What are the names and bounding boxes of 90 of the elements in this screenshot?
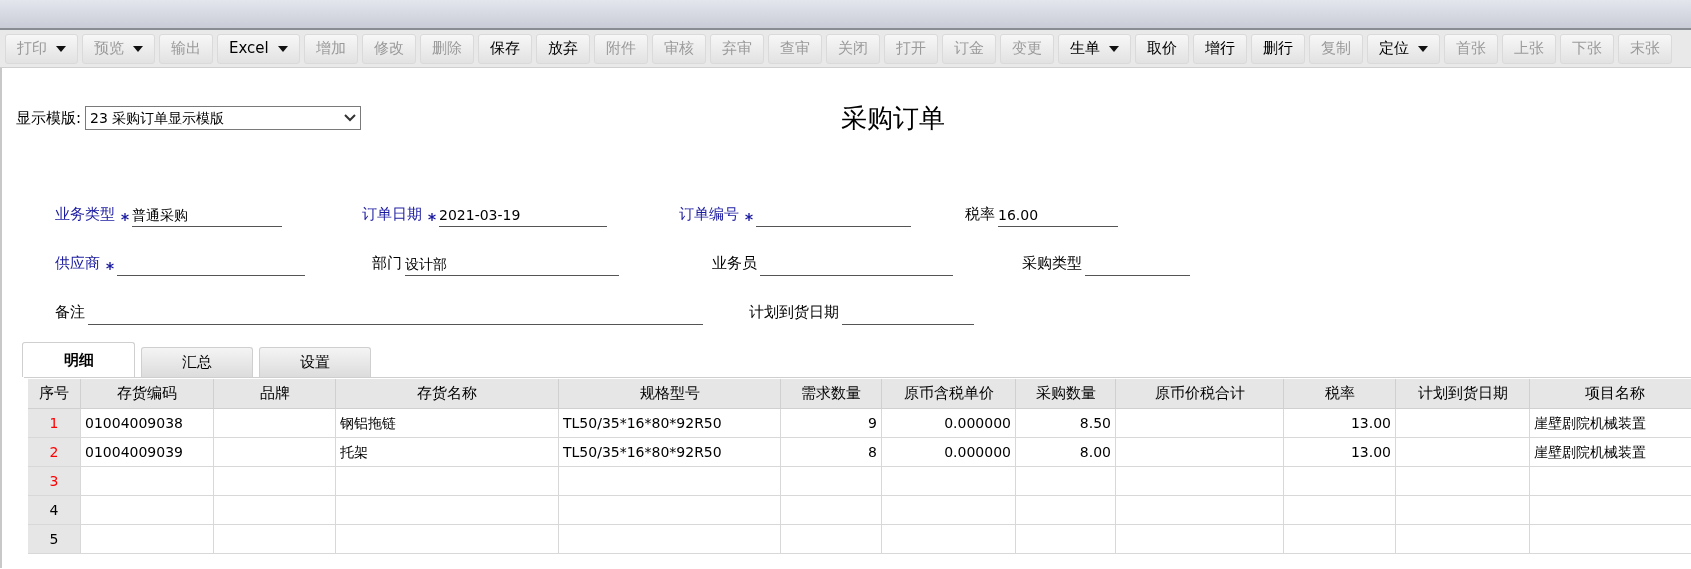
caret-icon (56, 45, 66, 52)
caret-icon (133, 45, 143, 52)
table-cell: 01004009039 (81, 438, 214, 466)
toolbar-button[interactable]: 取价 (1134, 33, 1189, 64)
column-header: 原币含税单价 (882, 379, 1016, 408)
table-cell: 0.000000 (882, 438, 1016, 466)
toolbar-button[interactable]: 预览 (82, 33, 155, 64)
field-label: 部门 (372, 252, 402, 274)
toolbar-button[interactable]: 上张 (1501, 33, 1556, 64)
column-header: 采购数量 (1016, 379, 1116, 408)
required-icon (745, 213, 753, 221)
chevron-down-icon (344, 114, 357, 122)
field-label: 税率 (965, 203, 995, 225)
input-field[interactable]: 设计部 (405, 254, 619, 276)
template-select[interactable]: 23 采购订单显示模版 (85, 106, 362, 130)
tab[interactable]: 汇总 (141, 347, 253, 377)
toolbar-button[interactable]: 末张 (1617, 33, 1672, 64)
column-header: 原币价税合计 (1116, 379, 1284, 408)
toolbar-button[interactable]: 首张 (1443, 33, 1498, 64)
toolbar-button[interactable]: 订金 (941, 33, 996, 64)
column-header: 税率 (1284, 379, 1396, 408)
toolbar-button[interactable]: 关闭 (825, 33, 880, 64)
field-label: 备注 (55, 301, 85, 323)
field-label: 业务员 (712, 252, 757, 274)
table-cell: 8.00 (1016, 438, 1116, 466)
column-header: 计划到货日期 (1396, 379, 1530, 408)
table-cell: 01004009038 (81, 409, 214, 437)
required-icon (121, 213, 129, 221)
toolbar-button[interactable]: 保存 (477, 33, 532, 64)
required-icon (106, 262, 114, 270)
table-cell: 9 (781, 409, 882, 437)
toolbar-button[interactable]: 删除 (419, 33, 474, 64)
table-cell: 钢铝拖链 (336, 409, 559, 437)
table-cell: 13.00 (1284, 438, 1396, 466)
toolbar-button[interactable]: 复制 (1308, 33, 1363, 64)
field-label: 订单编号 (679, 203, 739, 225)
column-header: 规格型号 (559, 379, 781, 408)
caret-icon (277, 45, 288, 52)
field-label: 业务类型 (55, 203, 115, 225)
row-number: 5 (28, 525, 81, 553)
toolbar-button[interactable]: 生单 (1057, 33, 1131, 64)
toolbar-button[interactable]: 增行 (1192, 33, 1247, 64)
column-header: 需求数量 (781, 379, 882, 408)
row-number: 4 (28, 496, 81, 524)
tab[interactable]: 明细 (22, 342, 135, 377)
row-number: 3 (28, 467, 81, 495)
toolbar-button[interactable]: 输出 (159, 33, 213, 64)
field-label: 计划到货日期 (749, 301, 839, 323)
toolbar-button[interactable]: 修改 (361, 33, 416, 64)
table-cell: 13.00 (1284, 409, 1396, 437)
toolbar-button[interactable]: 下张 (1559, 33, 1614, 64)
input-field[interactable]: 2021-03-19 (439, 205, 607, 227)
column-header: 存货名称 (336, 379, 559, 408)
column-header: 项目名称 (1530, 379, 1691, 408)
table-cell: 0.000000 (882, 409, 1016, 437)
table-cell: TL50/35*16*80*92R50 (559, 438, 781, 466)
toolbar-button[interactable]: 放弃 (535, 33, 590, 64)
toolbar-button[interactable]: 定位 (1366, 33, 1440, 64)
column-header: 品牌 (214, 379, 336, 408)
table-cell: 托架 (336, 438, 559, 466)
toolbar-button[interactable]: 打开 (883, 33, 938, 64)
toolbar-button[interactable]: 弃审 (709, 33, 764, 64)
table-cell: 崖壁剧院机械装置 (1530, 438, 1691, 466)
input-field[interactable]: 普通采购 (132, 205, 282, 227)
caret-icon (1417, 45, 1428, 52)
table-cell: 8.50 (1016, 409, 1116, 437)
input-field[interactable]: 16.00 (998, 205, 1118, 227)
toolbar-button[interactable]: 附件 (593, 33, 648, 64)
table-cell: 崖壁剧院机械装置 (1530, 409, 1691, 437)
toolbar-button[interactable]: 打印 (5, 33, 78, 64)
caret-icon (1108, 45, 1119, 52)
page-title: 采购订单 (841, 101, 946, 135)
field-label: 订单日期 (362, 203, 422, 225)
field-label: 供应商 (55, 252, 100, 274)
required-icon (428, 213, 436, 221)
toolbar-button[interactable]: 查审 (767, 33, 822, 64)
toolbar-button[interactable]: 审核 (651, 33, 706, 64)
table-cell: 8 (781, 438, 882, 466)
toolbar-button[interactable]: Excel (217, 33, 300, 64)
row-number: 1 (28, 409, 81, 437)
template-label: 显示模版: (16, 107, 82, 129)
toolbar-button[interactable]: 变更 (999, 33, 1054, 64)
tab[interactable]: 设置 (259, 347, 371, 377)
toolbar-button[interactable]: 删行 (1250, 33, 1305, 64)
field-label: 采购类型 (1022, 252, 1082, 274)
column-header: 存货编码 (81, 379, 214, 408)
table-cell: TL50/35*16*80*92R50 (559, 409, 781, 437)
column-header: 序号 (28, 379, 81, 408)
row-number: 2 (28, 438, 81, 466)
toolbar-button[interactable]: 增加 (303, 33, 358, 64)
